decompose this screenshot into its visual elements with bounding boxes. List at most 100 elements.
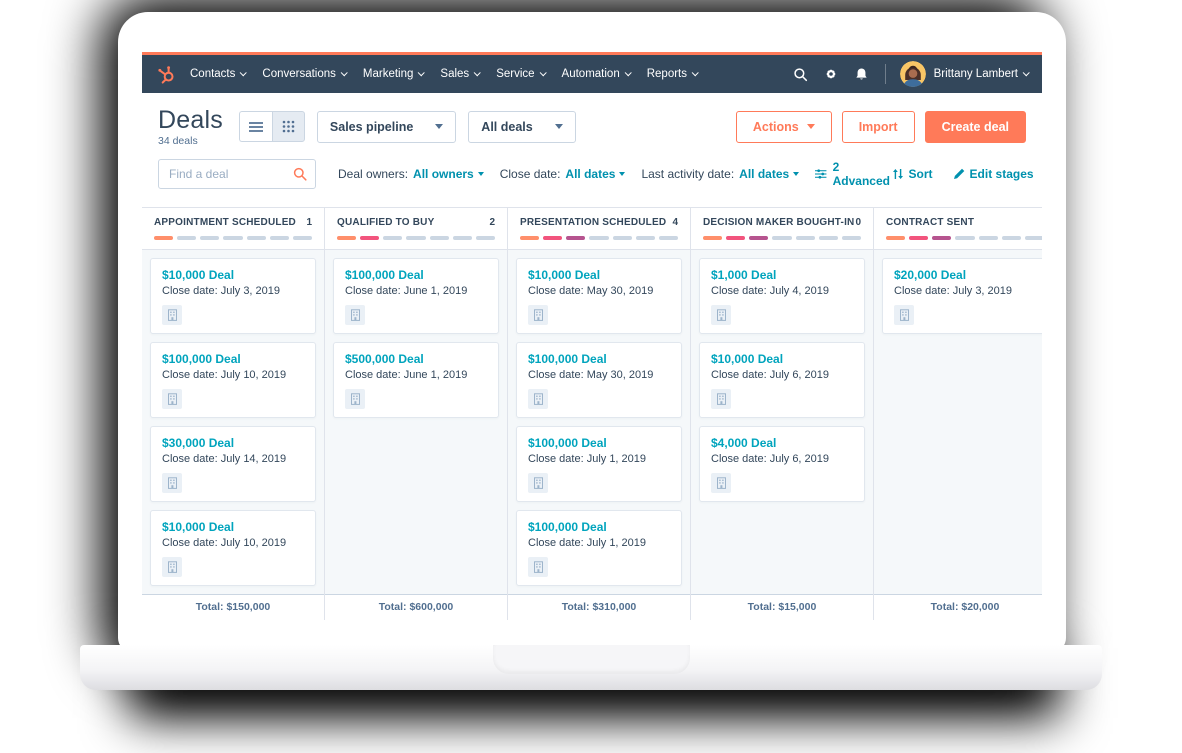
deals-filter-select[interactable]: All deals: [468, 111, 575, 143]
deal-title[interactable]: $4,000 Deal: [711, 436, 853, 450]
column-title: APPOINTMENT SCHEDULED: [154, 217, 296, 228]
column-total: Total: $600,000: [325, 594, 507, 620]
stage-segment: [543, 236, 562, 240]
caret-down-icon: [555, 124, 563, 129]
company-icon: [162, 557, 182, 577]
deal-title[interactable]: $100,000 Deal: [345, 268, 487, 282]
hubspot-logo-icon[interactable]: [156, 63, 178, 85]
chevron-down-icon: [692, 69, 699, 76]
deal-close-date: Close date: July 10, 2019: [162, 537, 304, 549]
stage-segment: [726, 236, 745, 240]
stage-segment: [659, 236, 678, 240]
column-header: PRESENTATION SCHEDULED 4: [508, 208, 690, 250]
column-appointment-scheduled: APPOINTMENT SCHEDULED 1 $10,000 Deal Clo…: [142, 208, 325, 620]
pipeline-board: APPOINTMENT SCHEDULED 1 $10,000 Deal Clo…: [142, 207, 1042, 620]
deal-close-date: Close date: July 1, 2019: [528, 537, 670, 549]
gear-icon[interactable]: [823, 66, 839, 82]
actions-button[interactable]: Actions: [736, 111, 832, 143]
chevron-down-icon: [240, 69, 247, 76]
deal-card[interactable]: $20,000 Deal Close date: July 3, 2019: [882, 258, 1042, 334]
deal-card[interactable]: $4,000 Deal Close date: July 6, 2019: [699, 426, 865, 502]
deal-title[interactable]: $20,000 Deal: [894, 268, 1036, 282]
stage-segment: [200, 236, 219, 240]
company-icon: [711, 473, 731, 493]
deal-owners-dropdown[interactable]: All owners: [413, 167, 484, 181]
search-input[interactable]: [169, 167, 293, 181]
deal-card[interactable]: $30,000 Deal Close date: July 14, 2019: [150, 426, 316, 502]
deal-close-date: Close date: July 3, 2019: [894, 285, 1036, 297]
user-menu[interactable]: Brittany Lambert: [934, 68, 1028, 80]
company-icon: [528, 473, 548, 493]
stage-segment: [360, 236, 379, 240]
deal-title[interactable]: $100,000 Deal: [162, 352, 304, 366]
column-count: 4: [672, 217, 678, 228]
chevron-down-icon: [539, 69, 546, 76]
advanced-filters-button[interactable]: 2 Advanced: [815, 160, 891, 188]
column-contract-sent: CONTRACT SENT $20,000 Deal Close date: J…: [874, 208, 1042, 620]
deal-title[interactable]: $500,000 Deal: [345, 352, 487, 366]
column-total: Total: $20,000: [874, 594, 1042, 620]
search-icon: [293, 167, 307, 181]
stage-progress-meter: [337, 236, 495, 240]
nav-item-reports[interactable]: Reports: [647, 68, 697, 80]
column-cards: $20,000 Deal Close date: July 3, 2019: [874, 250, 1042, 594]
deal-search[interactable]: [158, 159, 316, 189]
deal-title[interactable]: $10,000 Deal: [162, 520, 304, 534]
create-deal-button[interactable]: Create deal: [925, 111, 1026, 143]
edit-stages-label: Edit stages: [970, 167, 1034, 181]
avatar[interactable]: [900, 61, 926, 87]
pipeline-select[interactable]: Sales pipeline: [317, 111, 456, 143]
nav-item-marketing[interactable]: Marketing: [363, 68, 424, 80]
company-icon: [528, 557, 548, 577]
board-view-button[interactable]: [272, 111, 305, 142]
create-deal-label: Create deal: [942, 120, 1009, 134]
last-activity-dropdown[interactable]: All dates: [739, 167, 799, 181]
deal-close-date: Close date: July 6, 2019: [711, 369, 853, 381]
search-icon[interactable]: [793, 67, 808, 82]
import-button[interactable]: Import: [842, 111, 915, 143]
nav-item-conversations[interactable]: Conversations: [262, 68, 346, 80]
deal-card[interactable]: $100,000 Deal Close date: July 10, 2019: [150, 342, 316, 418]
deal-card[interactable]: $100,000 Deal Close date: May 30, 2019: [516, 342, 682, 418]
deal-title[interactable]: $10,000 Deal: [162, 268, 304, 282]
company-icon: [711, 389, 731, 409]
column-total: Total: $150,000: [142, 594, 324, 620]
deal-card[interactable]: $10,000 Deal Close date: May 30, 2019: [516, 258, 682, 334]
notifications-bell-icon[interactable]: [854, 67, 869, 82]
deal-title[interactable]: $10,000 Deal: [711, 352, 853, 366]
caret-down-icon: [619, 172, 625, 176]
deal-title[interactable]: $10,000 Deal: [528, 268, 670, 282]
list-view-button[interactable]: [239, 111, 272, 142]
close-date-dropdown[interactable]: All dates: [565, 167, 625, 181]
deal-card[interactable]: $10,000 Deal Close date: July 10, 2019: [150, 510, 316, 586]
deal-card[interactable]: $10,000 Deal Close date: July 3, 2019: [150, 258, 316, 334]
column-total: Total: $310,000: [508, 594, 690, 620]
deal-card[interactable]: $500,000 Deal Close date: June 1, 2019: [333, 342, 499, 418]
deal-card[interactable]: $1,000 Deal Close date: July 4, 2019: [699, 258, 865, 334]
edit-stages-button[interactable]: Edit stages: [953, 167, 1034, 181]
nav-item-sales[interactable]: Sales: [440, 68, 479, 80]
sort-button[interactable]: Sort: [892, 167, 933, 181]
deal-card[interactable]: $10,000 Deal Close date: July 6, 2019: [699, 342, 865, 418]
caret-down-icon: [793, 172, 799, 176]
deal-title[interactable]: $1,000 Deal: [711, 268, 853, 282]
deal-title[interactable]: $30,000 Deal: [162, 436, 304, 450]
deal-title[interactable]: $100,000 Deal: [528, 520, 670, 534]
deal-close-date: Close date: May 30, 2019: [528, 369, 670, 381]
deal-card[interactable]: $100,000 Deal Close date: July 1, 2019: [516, 510, 682, 586]
stage-progress-meter: [886, 236, 1042, 240]
sliders-icon: [815, 168, 826, 180]
deal-title[interactable]: $100,000 Deal: [528, 436, 670, 450]
deal-card[interactable]: $100,000 Deal Close date: June 1, 2019: [333, 258, 499, 334]
deal-card[interactable]: $100,000 Deal Close date: July 1, 2019: [516, 426, 682, 502]
deal-title[interactable]: $100,000 Deal: [528, 352, 670, 366]
nav-item-automation[interactable]: Automation: [562, 68, 630, 80]
nav-item-service[interactable]: Service: [496, 68, 544, 80]
nav-item-contacts[interactable]: Contacts: [190, 68, 245, 80]
column-cards: $100,000 Deal Close date: June 1, 2019 $…: [325, 250, 507, 594]
stage-segment: [430, 236, 449, 240]
pencil-icon: [953, 168, 965, 180]
company-icon: [345, 305, 365, 325]
stage-segment: [819, 236, 838, 240]
column-count: 1: [306, 217, 312, 228]
